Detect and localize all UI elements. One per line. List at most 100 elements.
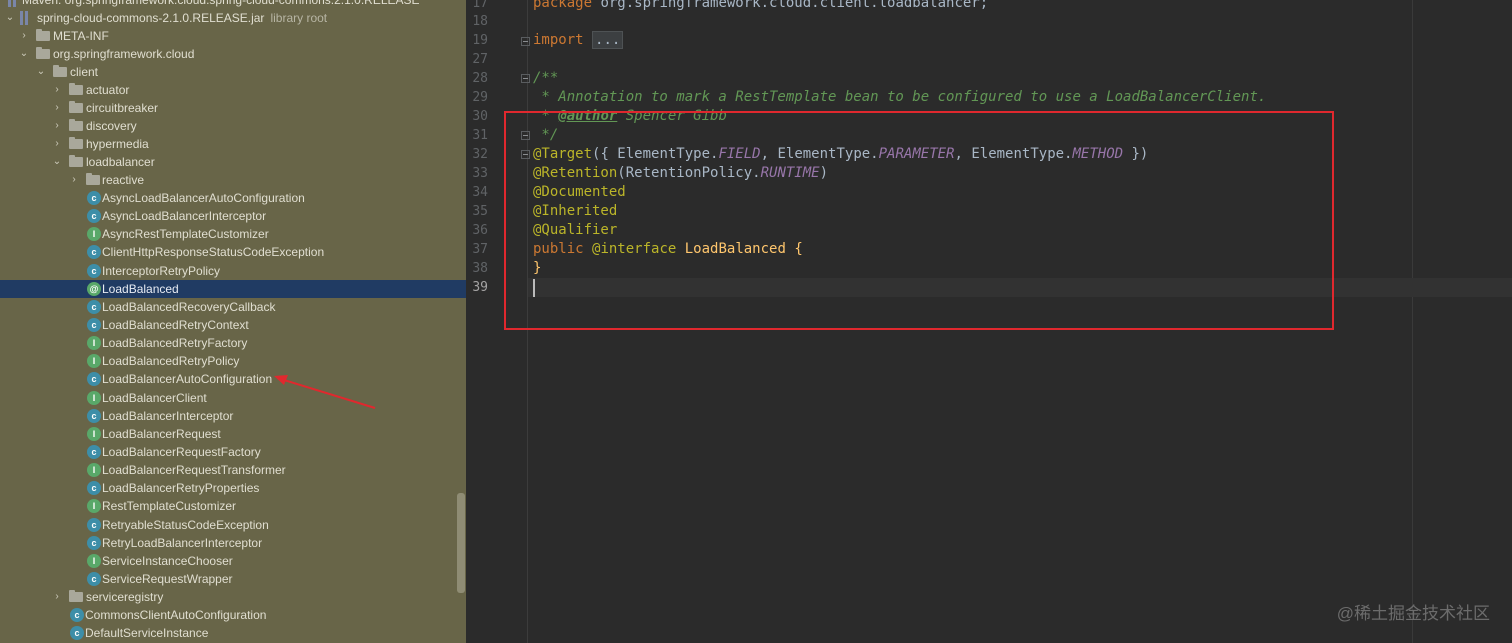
package-name: org.springframework.cloud.client.loadbal… [592, 0, 989, 11]
class-icon: c [87, 535, 101, 550]
interface-icon: I [87, 336, 101, 351]
tree-label: LoadBalancerAutoConfiguration [102, 372, 273, 387]
tree-label: LoadBalancerRequestFactory [102, 444, 261, 459]
folder-icon [36, 29, 50, 41]
package-icon [69, 83, 83, 95]
fold-toggle-icon[interactable] [521, 37, 530, 46]
interface-icon: I [87, 553, 101, 568]
tree-row-class[interactable]: c LoadBalancedRetryContext [0, 316, 466, 334]
tree-label: Maven: org.springframework.cloud:spring-… [22, 0, 420, 7]
tree-label: LoadBalancedRecoveryCallback [102, 299, 276, 314]
library-icon [8, 0, 18, 7]
tree-row-class[interactable]: I LoadBalancerRequestTransformer [0, 461, 466, 479]
tree-row-class[interactable]: c LoadBalancerAutoConfiguration [0, 370, 466, 388]
annotation-icon: @ [87, 281, 101, 296]
chevron-right-icon[interactable]: › [18, 27, 30, 45]
tree-row-class[interactable]: I ServiceInstanceChooser [0, 552, 466, 570]
tree-row-hypermedia[interactable]: › hypermedia [0, 135, 466, 153]
tree-row-class[interactable]: c CommonsClientAutoConfiguration [0, 606, 466, 624]
chevron-down-icon[interactable]: ⌄ [18, 45, 30, 63]
tree-row-class[interactable]: I LoadBalancedRetryFactory [0, 334, 466, 352]
tree-row-client[interactable]: ⌄ client [0, 63, 466, 81]
tree-row-circuitbreaker[interactable]: › circuitbreaker [0, 99, 466, 117]
tree-row-class[interactable]: c ClientHttpResponseStatusCodeException [0, 243, 466, 261]
tree-label: LoadBalancerRetryProperties [102, 481, 260, 496]
tree-row-class[interactable]: I AsyncRestTemplateCustomizer [0, 225, 466, 243]
tree-row-class[interactable]: c LoadBalancedRecoveryCallback [0, 298, 466, 316]
class-icon: c [87, 372, 101, 387]
line-number: 29 [472, 90, 488, 105]
tree-row-reactive[interactable]: › reactive [0, 171, 466, 189]
tree-row-class[interactable]: I LoadBalancerRequest [0, 425, 466, 443]
chevron-right-icon[interactable]: › [51, 99, 63, 117]
chevron-right-icon[interactable]: › [51, 117, 63, 135]
tree-row-serviceregistry[interactable]: › serviceregistry [0, 588, 466, 606]
chevron-down-icon[interactable]: ⌄ [4, 9, 16, 27]
tree-scrollbar[interactable] [457, 493, 465, 593]
line-number: 34 [472, 185, 488, 200]
tree-row-actuator[interactable]: › actuator [0, 81, 466, 99]
tree-label: LoadBalanced [102, 281, 179, 296]
keyword: package [533, 0, 593, 11]
tree-label: LoadBalancedRetryFactory [102, 336, 248, 351]
chevron-down-icon[interactable]: ⌄ [35, 63, 47, 81]
tree-row-loadbalancer[interactable]: ⌄ loadbalancer [0, 153, 466, 171]
tree-row-package-root[interactable]: ⌄ org.springframework.cloud [0, 45, 466, 63]
chevron-right-icon[interactable]: › [51, 81, 63, 99]
tree-row-class[interactable]: c RetryableStatusCodeException [0, 516, 466, 534]
tree-row-class[interactable]: I LoadBalancedRetryPolicy [0, 352, 466, 370]
tree-row-maven-library[interactable]: Maven: org.springframework.cloud:spring-… [0, 0, 466, 9]
tree-row-class[interactable]: c LoadBalancerInterceptor [0, 407, 466, 425]
tree-label: LoadBalancedRetryContext [102, 317, 249, 332]
package-icon [69, 590, 83, 602]
tree-label: ServiceInstanceChooser [102, 553, 233, 568]
chevron-down-icon[interactable]: ⌄ [51, 153, 63, 171]
tree-row-class[interactable]: I LoadBalancerClient [0, 389, 466, 407]
code-line-doc-open: /** [533, 70, 559, 86]
tree-row-jar[interactable]: ⌄ spring-cloud-commons-2.1.0.RELEASE.jar… [0, 9, 466, 27]
line-number: 36 [472, 223, 488, 238]
tree-row-selected[interactable]: @ LoadBalanced [0, 279, 466, 298]
tree-label: actuator [86, 83, 130, 97]
tree-row-class[interactable]: c RetryLoadBalancerInterceptor [0, 534, 466, 552]
package-icon [86, 173, 100, 185]
tree-row-meta-inf[interactable]: › META-INF [0, 27, 466, 45]
folded-imports[interactable]: ... [592, 31, 624, 49]
chevron-right-icon[interactable]: › [68, 171, 80, 189]
line-number: 31 [472, 128, 488, 143]
class-icon: c [70, 626, 84, 640]
fold-toggle-icon[interactable] [521, 74, 530, 83]
package-icon [69, 137, 83, 149]
line-number: 35 [472, 204, 488, 219]
line-number: 32 [472, 147, 488, 162]
keyword: import [533, 32, 584, 48]
tree-row-class[interactable]: c AsyncLoadBalancerInterceptor [0, 207, 466, 225]
tree-label: hypermedia [86, 137, 149, 151]
class-icon: c [70, 608, 84, 622]
tree-row-class[interactable]: c ServiceRequestWrapper [0, 570, 466, 588]
code-line-doc-text: * Annotation to mark a RestTemplate bean… [533, 89, 1267, 105]
right-margin-guide [1412, 0, 1413, 643]
tree-row-class[interactable]: c InterceptorRetryPolicy [0, 262, 466, 280]
tree-label: client [70, 65, 99, 79]
interface-icon: I [87, 354, 101, 369]
red-arrow-icon [274, 375, 376, 409]
tree-row-class[interactable]: c LoadBalancerRequestFactory [0, 443, 466, 461]
tree-row-class[interactable]: I RestTemplateCustomizer [0, 497, 466, 515]
class-icon: c [87, 408, 101, 423]
chevron-right-icon[interactable]: › [51, 135, 63, 153]
line-number: 27 [472, 52, 488, 67]
tree-label: reactive [102, 173, 145, 187]
class-icon: c [87, 571, 101, 586]
tree-row-class[interactable]: c DefaultServiceInstance [0, 624, 466, 642]
tree-label: serviceregistry [86, 590, 164, 604]
chevron-right-icon[interactable]: › [51, 588, 63, 606]
tree-label: ClientHttpResponseStatusCodeException [102, 245, 325, 260]
tree-label: org.springframework.cloud [53, 47, 195, 61]
tree-row-discovery[interactable]: › discovery [0, 117, 466, 135]
tree-row-class[interactable]: c LoadBalancerRetryProperties [0, 479, 466, 497]
interface-icon: I [87, 227, 101, 242]
tree-row-class[interactable]: c AsyncLoadBalancerAutoConfiguration [0, 189, 466, 207]
line-number: 37 [472, 242, 488, 257]
tree-label: ServiceRequestWrapper [102, 571, 233, 586]
